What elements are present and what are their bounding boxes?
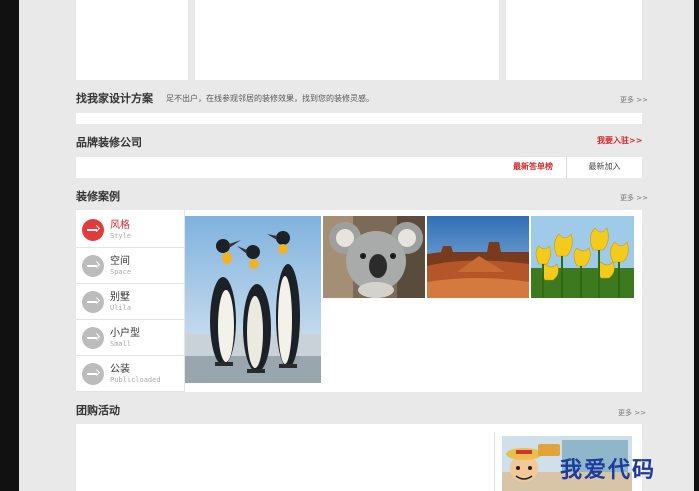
group-section-title: 团购活动 xyxy=(76,404,120,417)
menu-item-label: 小户型 xyxy=(110,328,140,339)
top-card-2[interactable] xyxy=(195,0,499,80)
menu-item-label: 公装 xyxy=(110,364,130,375)
top-card-1[interactable] xyxy=(76,0,188,80)
arrow-right-icon xyxy=(82,255,104,277)
top-card-3[interactable] xyxy=(506,0,642,80)
menu-item-small[interactable]: 小户型 Small xyxy=(76,320,184,356)
right-dark-border xyxy=(694,0,699,491)
brand-join-link[interactable]: 我要入驻 xyxy=(597,135,642,146)
arrow-right-icon xyxy=(82,219,104,241)
cases-panel: 风格 Style 空间 Space 别墅 Ulila 小户型 Small 公装 … xyxy=(76,210,642,392)
arrow-right-icon xyxy=(82,291,104,313)
menu-item-sublabel: Space xyxy=(110,268,132,276)
menu-item-space[interactable]: 空间 Space xyxy=(76,248,184,284)
cases-section-title: 装修案例 xyxy=(76,190,120,203)
menu-item-sublabel: Style xyxy=(110,232,132,240)
design-section-desc: 足不出户，在线参观邻居的装修效果，找到您的装修灵感。 xyxy=(166,94,374,103)
design-content-strip xyxy=(76,113,642,124)
arrow-right-icon xyxy=(82,327,104,349)
menu-item-style[interactable]: 风格 Style xyxy=(76,212,184,248)
menu-item-public[interactable]: 公装 Publicloaded xyxy=(76,356,184,392)
group-divider xyxy=(494,432,495,491)
menu-item-label: 别墅 xyxy=(110,292,130,303)
arrow-right-icon xyxy=(82,363,104,385)
tab-latest-joined[interactable]: 最新加入 xyxy=(566,157,642,178)
design-more-link[interactable]: 更多 xyxy=(620,95,648,105)
design-section-title: 找我家设计方案 xyxy=(76,92,153,105)
menu-item-sublabel: Publicloaded xyxy=(110,376,161,384)
menu-item-sublabel: Small xyxy=(110,340,132,348)
cases-more-link[interactable]: 更多 xyxy=(620,193,648,203)
menu-item-label: 空间 xyxy=(110,256,130,267)
menu-item-sublabel: Ulila xyxy=(110,304,132,312)
group-panel xyxy=(76,424,642,491)
case-photo-tulips[interactable] xyxy=(531,216,634,298)
tab-latest-bids[interactable]: 最新答单榜 xyxy=(500,157,566,178)
group-more-link[interactable]: 更多 xyxy=(618,408,646,418)
brand-tab-bar: 最新答单榜 最新加入 xyxy=(76,157,642,178)
case-photo-desert[interactable] xyxy=(427,216,529,298)
case-photo-koala[interactable] xyxy=(323,216,425,298)
watermark-text: 我爱代码 xyxy=(560,457,657,483)
case-photo-penguins[interactable] xyxy=(185,216,321,383)
brand-section-title: 品牌装修公司 xyxy=(76,136,142,149)
left-dark-border xyxy=(0,0,19,491)
menu-item-label: 风格 xyxy=(110,220,130,231)
menu-item-villa[interactable]: 别墅 Ulila xyxy=(76,284,184,320)
